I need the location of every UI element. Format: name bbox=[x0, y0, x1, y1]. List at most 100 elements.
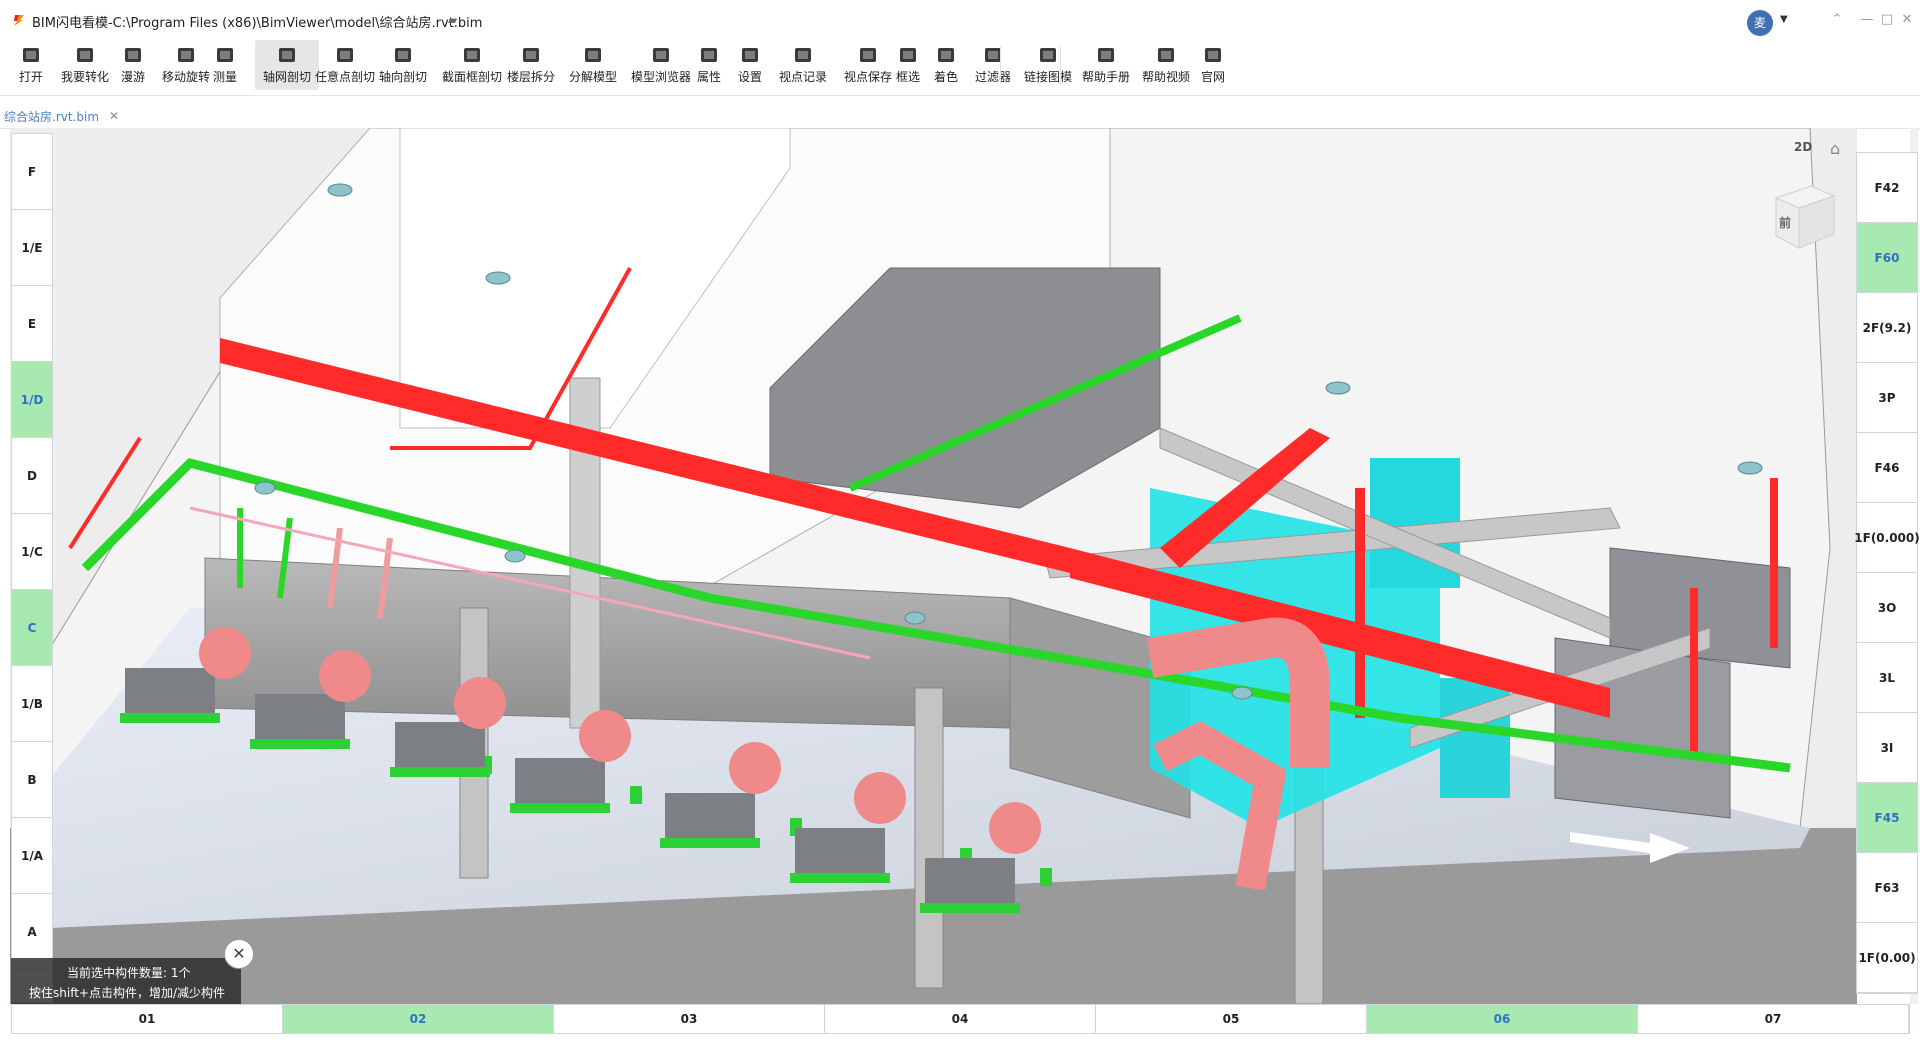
bottom-cell-01[interactable]: 01 bbox=[12, 1005, 283, 1033]
toolbar-button-1[interactable]: 打开 bbox=[10, 40, 52, 90]
toolbar-button-11[interactable]: 分解模型 bbox=[566, 40, 620, 90]
left-cell-C[interactable]: C bbox=[12, 590, 52, 666]
box-select-icon bbox=[900, 48, 916, 62]
close-button[interactable]: ✕ bbox=[1896, 10, 1918, 30]
bottom-cell-04[interactable]: 04 bbox=[825, 1005, 1096, 1033]
toolbar-button-18[interactable]: 着色 bbox=[928, 40, 964, 90]
model-viewport[interactable] bbox=[10, 128, 1857, 1004]
toolbar-button-23[interactable]: 官网 bbox=[1198, 40, 1228, 90]
bim-3d-scene[interactable] bbox=[10, 128, 1857, 1004]
toolbar-button-label: 视点保存 bbox=[843, 70, 892, 84]
bottom-cell-06[interactable]: 06 bbox=[1367, 1005, 1638, 1033]
view-2d-button[interactable]: 2D bbox=[1794, 140, 1812, 154]
toolbar-button-7[interactable]: 任意点剖切 bbox=[312, 40, 378, 90]
toolbar-button-14[interactable]: 设置 bbox=[734, 40, 766, 90]
view-cube[interactable] bbox=[1766, 178, 1836, 250]
toolbar-button-label: 帮助手册 bbox=[1081, 70, 1130, 84]
viewpoint-save-icon bbox=[860, 48, 876, 62]
home-icon bbox=[1205, 48, 1221, 62]
left-cell-1/A[interactable]: 1/A bbox=[12, 818, 52, 894]
toolbar-button-2[interactable]: 我要转化 bbox=[58, 40, 112, 90]
toolbar-button-label: 着色 bbox=[933, 70, 958, 84]
toolbar-button-12[interactable]: 模型浏览器 bbox=[627, 40, 695, 90]
toolbar-button-label: 截面框剖切 bbox=[441, 70, 502, 84]
right-cell-F63[interactable]: F63 bbox=[1857, 853, 1917, 923]
toolbar-separator bbox=[1000, 46, 1001, 84]
left-axis-selector: F 1/E E 1/D D 1/C C 1/B B 1/A A bbox=[11, 133, 53, 1003]
right-cell-3P[interactable]: 3P bbox=[1857, 363, 1917, 433]
open-folder-icon[interactable]: ▰ bbox=[448, 13, 457, 27]
folder-open-icon bbox=[23, 48, 39, 62]
gear-icon bbox=[742, 48, 758, 62]
bottom-cell-07[interactable]: 07 bbox=[1638, 1005, 1909, 1033]
right-cell-3I[interactable]: 3I bbox=[1857, 713, 1917, 783]
column bbox=[914, 687, 944, 989]
document-tab[interactable]: 综合站房.rvt.bim ✕ bbox=[4, 106, 123, 126]
left-cell-1/D[interactable]: 1/D bbox=[12, 362, 52, 438]
toolbar-button-6[interactable]: 轴网剖切 bbox=[255, 40, 319, 90]
left-cell-1/C[interactable]: 1/C bbox=[12, 514, 52, 590]
collapse-icon[interactable]: ⌃ bbox=[1826, 10, 1848, 30]
toolbar-button-16[interactable]: 视点保存 bbox=[836, 40, 900, 90]
toolbar-button-label: 框选 bbox=[895, 70, 920, 84]
toolbar-button-8[interactable]: 轴向剖切 bbox=[378, 40, 428, 90]
left-cell-F[interactable]: F bbox=[12, 134, 52, 210]
toolbar-button-22[interactable]: 帮助视频 bbox=[1138, 40, 1194, 90]
point-section-icon bbox=[337, 48, 353, 62]
toolbar-button-20[interactable]: 链接图模 bbox=[1017, 40, 1079, 90]
toolbar-button-15[interactable]: 视点记录 bbox=[771, 40, 835, 90]
toolbar-button-label: 轴网剖切 bbox=[262, 70, 311, 84]
fire-pipe-vertical bbox=[1355, 488, 1365, 718]
viewpoint-record-icon bbox=[795, 48, 811, 62]
toolbar-divider bbox=[0, 95, 1920, 96]
right-cell-3L[interactable]: 3L bbox=[1857, 643, 1917, 713]
toolbar-button-3[interactable]: 漫游 bbox=[116, 40, 150, 90]
right-cell-1F(0.000)[interactable]: 1F(0.000) bbox=[1854, 503, 1920, 573]
home-icon[interactable]: ⌂ bbox=[1830, 139, 1840, 158]
bottom-cell-05[interactable]: 05 bbox=[1096, 1005, 1367, 1033]
video-icon bbox=[1158, 48, 1174, 62]
left-cell-1/E[interactable]: 1/E bbox=[12, 210, 52, 286]
right-cell-F46[interactable]: F46 bbox=[1857, 433, 1917, 503]
toolbar-button-5[interactable]: 测量 bbox=[206, 40, 244, 90]
right-cell-1F(0.00)[interactable]: 1F(0.00) bbox=[1857, 923, 1917, 993]
bottom-cell-03[interactable]: 03 bbox=[554, 1005, 825, 1033]
fire-pipe-vertical bbox=[1770, 478, 1778, 648]
toolbar-button-19[interactable]: 过滤器 bbox=[970, 40, 1016, 90]
close-icon[interactable]: ✕ bbox=[224, 939, 254, 969]
layers-icon bbox=[523, 48, 539, 62]
right-cell-2F(9.2)[interactable]: 2F(9.2) bbox=[1857, 293, 1917, 363]
left-cell-B[interactable]: B bbox=[12, 742, 52, 818]
user-avatar[interactable]: 麦 bbox=[1747, 10, 1773, 36]
left-cell-E[interactable]: E bbox=[12, 286, 52, 362]
toolbar-button-17[interactable]: 框选 bbox=[893, 40, 923, 90]
ruler-icon bbox=[217, 48, 233, 62]
close-icon[interactable]: ✕ bbox=[109, 106, 119, 126]
toolbar-button-13[interactable]: 属性 bbox=[694, 40, 724, 90]
bottom-cell-02[interactable]: 02 bbox=[283, 1005, 554, 1033]
toolbar-button-label: 设置 bbox=[737, 70, 762, 84]
document-tab-label: 综合站房.rvt.bim bbox=[4, 110, 100, 124]
toolbar-button-label: 我要转化 bbox=[60, 70, 109, 84]
left-cell-1/B[interactable]: 1/B bbox=[12, 666, 52, 742]
main-toolbar: 打开 我要转化 漫游 移动旋转 测量 轴网剖切 任意点剖切 轴向剖切 截面框剖切 楼层拆分 分解模型… bbox=[0, 40, 1920, 90]
toolbar-button-label: 属性 bbox=[696, 70, 721, 84]
chevron-down-icon[interactable]: ▼ bbox=[1780, 14, 1788, 25]
toolbar-button-label: 帮助视频 bbox=[1141, 70, 1190, 84]
selection-status-panel: 当前选中构件数量: 1个 按住shift+点击构件，增加/减少构件 bbox=[11, 958, 241, 1004]
minimize-button[interactable]: — bbox=[1856, 10, 1878, 30]
right-cell-F60[interactable]: F60 bbox=[1857, 223, 1917, 293]
toolbar-button-10[interactable]: 楼层拆分 bbox=[506, 40, 556, 90]
right-cell-3O[interactable]: 3O bbox=[1857, 573, 1917, 643]
left-cell-D[interactable]: D bbox=[12, 438, 52, 514]
right-cell-F42[interactable]: F42 bbox=[1857, 153, 1917, 223]
title-bar: BIM闪电看模-C:\Program Files (x86)\BimViewer… bbox=[0, 0, 1920, 40]
toolbar-button-label: 漫游 bbox=[120, 70, 145, 84]
walk-icon bbox=[125, 48, 141, 62]
toolbar-button-9[interactable]: 截面框剖切 bbox=[440, 40, 504, 90]
toolbar-button-label: 过滤器 bbox=[974, 70, 1011, 84]
right-cell-F45[interactable]: F45 bbox=[1857, 783, 1917, 853]
restore-button[interactable]: □ bbox=[1876, 10, 1898, 30]
grid-section-icon bbox=[279, 48, 295, 62]
toolbar-button-21[interactable]: 帮助手册 bbox=[1079, 40, 1133, 90]
